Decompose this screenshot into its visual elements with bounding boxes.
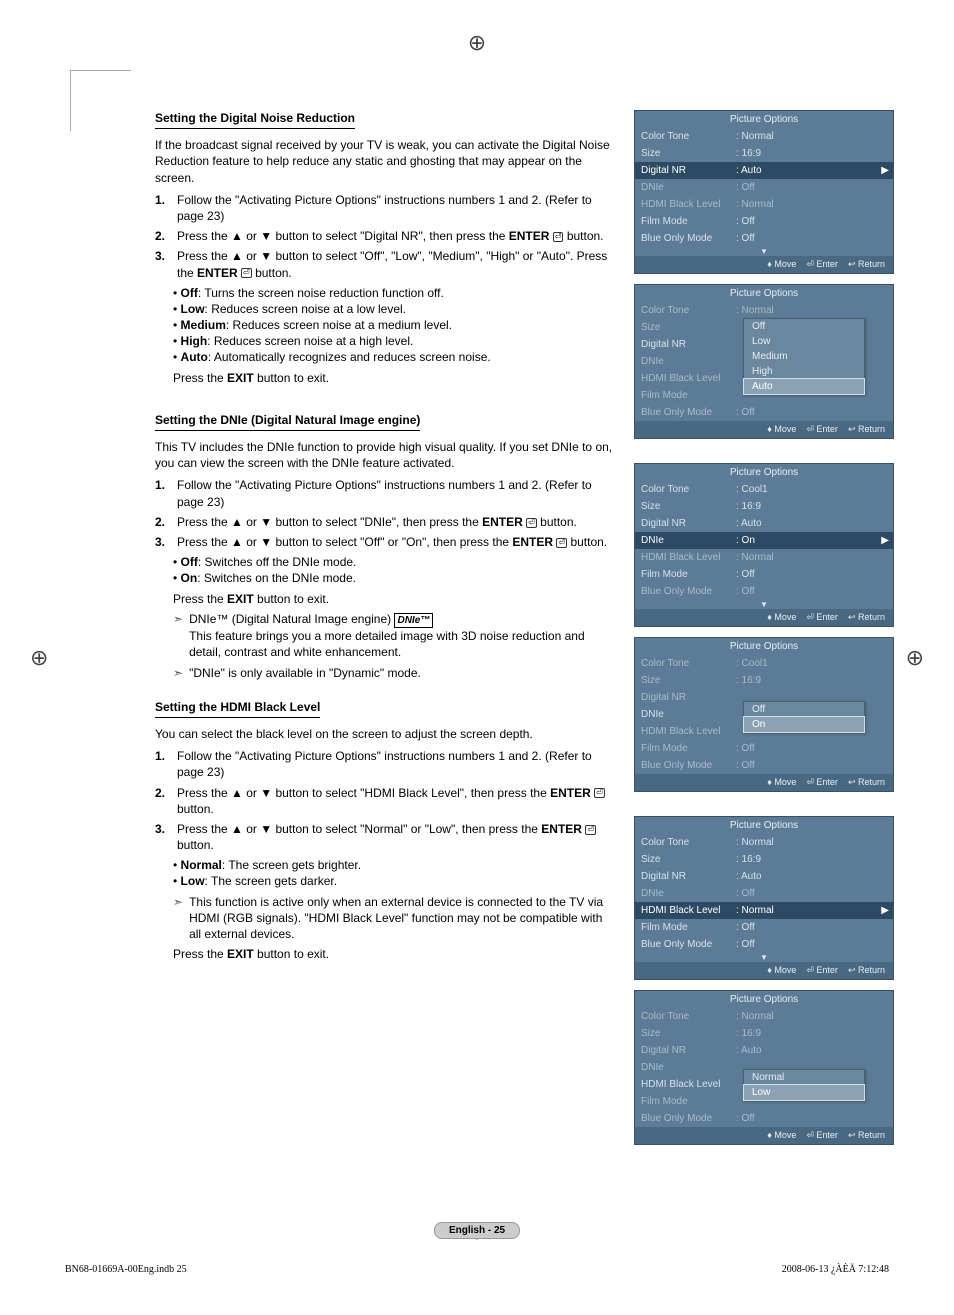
indb-filename: BN68-01669A-00Eng.indb 25: [65, 1264, 187, 1275]
note-hdmi: This function is active only when an ext…: [155, 894, 616, 943]
print-timestamp: 2008-06-13 ¿ÀÈÄ 7:12:48: [782, 1264, 889, 1275]
popup-item-selected[interactable]: Low: [744, 1085, 864, 1100]
enter-icon: ⏎: [241, 268, 252, 278]
chevron-right-icon: ▶: [881, 905, 889, 916]
osd-popup-dnie[interactable]: Off On: [743, 701, 865, 733]
bullet-dnie-off: Off: Switches off the DNIe mode.: [173, 554, 616, 570]
osd-row-selected[interactable]: DNIe: On▶: [635, 532, 893, 549]
bullet-medium: Medium: Reduces screen noise at a medium…: [173, 317, 616, 333]
popup-item-selected[interactable]: On: [744, 717, 864, 732]
heading-hdmi-black: Setting the HDMI Black Level: [155, 699, 320, 718]
enter-icon: ⏎: [585, 825, 596, 835]
osd-row-selected[interactable]: Digital NR: Auto▶: [635, 162, 893, 179]
step-2: Press the ▲ or ▼ button to select "Digit…: [177, 228, 604, 244]
intro-dnie: This TV includes the DNIe function to pr…: [155, 439, 616, 471]
heading-dnie: Setting the DNIe (Digital Natural Image …: [155, 412, 420, 431]
enter-icon: ⏎: [556, 538, 567, 548]
bullet-dnie-on: On: Switches on the DNIe mode.: [173, 570, 616, 586]
chevron-right-icon: ▶: [881, 535, 889, 546]
osd-panel-hdmi-black: Picture Options Color Tone: Normal Size:…: [634, 816, 894, 980]
registration-mark-right: ⊕: [906, 645, 924, 671]
dnie-badge: DNIe™: [394, 613, 433, 629]
osd-popup-hdmi[interactable]: Normal Low: [743, 1069, 865, 1101]
chevron-right-icon: ▶: [881, 165, 889, 176]
step-3: Press the ▲ or ▼ button to select "Off" …: [177, 534, 607, 550]
step-1: Follow the "Activating Picture Options" …: [177, 748, 616, 780]
popup-item[interactable]: Normal: [744, 1070, 864, 1085]
step-1: Follow the "Activating Picture Options" …: [177, 477, 616, 509]
step-3: Press the ▲ or ▼ button to select "Off",…: [177, 248, 616, 280]
osd-row-selected[interactable]: HDMI Black Level: Normal▶: [635, 902, 893, 919]
osd-footer: ♦ Move⏎ Enter↩ Return: [635, 256, 893, 273]
osd-panel-dnie: Picture Options Color Tone: Cool1 Size: …: [634, 463, 894, 627]
osd-panel-digital-nr: Picture Options Color Tone: Normal Size:…: [634, 110, 894, 274]
intro-hdmi: You can select the black level on the sc…: [155, 726, 616, 742]
popup-item[interactable]: Low: [744, 334, 864, 349]
osd-popup-digital-nr[interactable]: Off Low Medium High Auto: [743, 318, 865, 395]
osd-column: Picture Options Color Tone: Normal Size:…: [634, 110, 894, 1145]
popup-item[interactable]: Off: [744, 319, 864, 334]
note-dnie-dynamic: "DNIe" is only available in "Dynamic" mo…: [155, 665, 616, 681]
osd-title: Picture Options: [635, 111, 893, 128]
osd-panel-digital-nr-popup: Picture Options Color Tone: Normal Size …: [634, 284, 894, 439]
registration-mark-top: ⊕: [468, 30, 486, 56]
exit-note: Press the EXIT button to exit.: [155, 591, 616, 607]
osd-panel-dnie-popup: Picture Options Color Tone: Cool1 Size: …: [634, 637, 894, 792]
note-dnie-tm: DNIe™ (Digital Natural Image engine) DNI…: [155, 611, 616, 661]
bullet-off: Off: Turns the screen noise reduction fu…: [173, 285, 616, 301]
step-3: Press the ▲ or ▼ button to select "Norma…: [177, 821, 616, 853]
step-2: Press the ▲ or ▼ button to select "DNIe"…: [177, 514, 577, 530]
step-1: Follow the "Activating Picture Options" …: [177, 192, 616, 224]
page-footer: English - 25: [434, 1222, 520, 1239]
bullet-hdmi-normal: Normal: The screen gets brighter.: [173, 857, 616, 873]
manual-text-column: Setting the Digital Noise Reduction If t…: [155, 110, 616, 1145]
exit-note: Press the EXIT button to exit.: [155, 946, 616, 962]
chevron-down-icon: ▼: [635, 247, 893, 256]
enter-icon: ⏎: [553, 232, 564, 242]
exit-note: Press the EXIT button to exit.: [155, 370, 616, 386]
step-2: Press the ▲ or ▼ button to select "HDMI …: [177, 785, 616, 817]
popup-item[interactable]: Medium: [744, 349, 864, 364]
osd-panel-hdmi-popup: Picture Options Color Tone: Normal Size:…: [634, 990, 894, 1145]
intro-digital-nr: If the broadcast signal received by your…: [155, 137, 616, 186]
bullet-low: Low: Reduces screen noise at a low level…: [173, 301, 616, 317]
popup-item-selected[interactable]: Auto: [744, 379, 864, 394]
crop-mark: [70, 70, 131, 131]
bullet-hdmi-low: Low: The screen gets darker.: [173, 873, 616, 889]
popup-item[interactable]: High: [744, 364, 864, 379]
bullet-auto: Auto: Automatically recognizes and reduc…: [173, 349, 616, 365]
enter-icon: ⏎: [594, 788, 605, 798]
popup-item[interactable]: Off: [744, 702, 864, 717]
heading-digital-nr: Setting the Digital Noise Reduction: [155, 110, 355, 129]
registration-mark-left: ⊕: [30, 645, 48, 671]
bullet-high: High: Reduces screen noise at a high lev…: [173, 333, 616, 349]
enter-icon: ⏎: [526, 518, 537, 528]
